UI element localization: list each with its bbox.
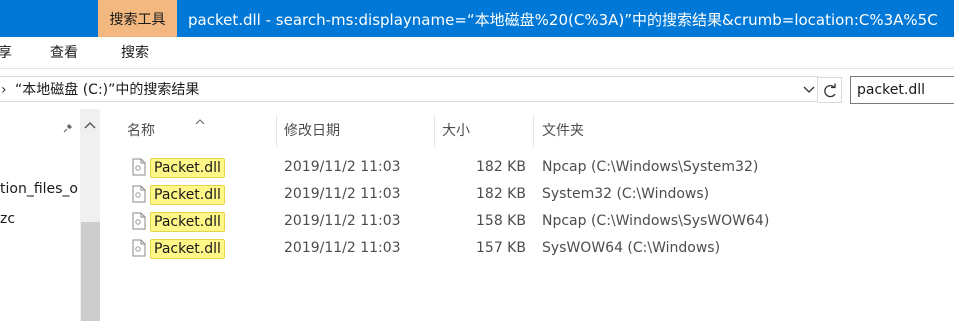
breadcrumb-chevron-icon[interactable]: › [1,78,7,102]
chevron-down-icon[interactable] [800,77,818,103]
column-header-date[interactable]: 修改日期 [284,109,340,153]
modified-date: 2019/11/2 11:03 [284,240,401,256]
window-title: packet.dll - search-ms:displayname=“本地磁盘… [188,11,938,29]
table-row[interactable]: Packet.dll 2019/11/2 11:03 158 KB Npcap … [102,208,954,235]
search-tools-context-tab[interactable]: 搜索工具 [98,0,177,37]
table-row[interactable]: Packet.dll 2019/11/2 11:03 157 KB SysWOW… [102,235,954,262]
scroll-up-icon[interactable] [82,117,98,131]
column-divider[interactable] [533,115,534,147]
navigation-pane: tion_files_o zc [0,109,102,321]
table-row[interactable]: Packet.dll 2019/11/2 11:03 182 KB Npcap … [102,154,954,181]
file-list: 名称 修改日期 大小 文件夹 Packet.dll 2019/11/2 11:0… [102,109,954,321]
file-name[interactable]: Packet.dll [150,212,225,232]
refresh-icon[interactable] [818,77,842,103]
search-box[interactable] [850,76,954,104]
column-divider[interactable] [434,115,435,147]
dll-file-icon [132,185,146,207]
tab-view[interactable]: 查看 [50,37,78,69]
pin-icon[interactable] [62,119,76,138]
file-size: 157 KB [476,240,526,256]
file-name[interactable]: Packet.dll [150,239,225,259]
column-header-size[interactable]: 大小 [442,109,470,153]
folder-path: SysWOW64 (C:\Windows) [542,240,721,256]
search-input[interactable] [857,77,954,103]
dll-file-icon [132,212,146,234]
modified-date: 2019/11/2 11:03 [284,186,401,202]
file-size: 158 KB [476,213,526,229]
breadcrumb[interactable]: “本地磁盘 (C:)”中的搜索结果 [15,77,199,103]
modified-date: 2019/11/2 11:03 [284,159,401,175]
file-size: 182 KB [476,159,526,175]
modified-date: 2019/11/2 11:03 [284,213,401,229]
scroll-thumb[interactable] [81,222,100,321]
nav-item-folder[interactable]: tion_files_o [0,181,78,197]
address-bar[interactable]: › “本地磁盘 (C:)”中的搜索结果 [0,76,818,102]
column-header-folder[interactable]: 文件夹 [542,109,584,153]
tab-share[interactable]: 享 [0,37,12,69]
title-bar: 搜索工具 packet.dll - search-ms:displayname=… [0,0,954,37]
ribbon-tabs: 享 查看 搜索 [0,37,954,69]
sort-up-icon [195,111,205,130]
folder-path: System32 (C:\Windows) [542,186,710,202]
file-size: 182 KB [476,186,526,202]
tab-search[interactable]: 搜索 [121,37,149,69]
dll-file-icon [132,239,146,261]
column-header-name[interactable]: 名称 [127,109,155,153]
file-name[interactable]: Packet.dll [150,158,225,178]
folder-path: Npcap (C:\Windows\System32) [542,159,759,175]
folder-path: Npcap (C:\Windows\SysWOW64) [542,213,770,229]
dll-file-icon [132,158,146,180]
column-divider[interactable] [276,115,277,147]
nav-item-zc[interactable]: zc [0,211,15,227]
file-name[interactable]: Packet.dll [150,185,225,205]
table-row[interactable]: Packet.dll 2019/11/2 11:03 182 KB System… [102,181,954,208]
